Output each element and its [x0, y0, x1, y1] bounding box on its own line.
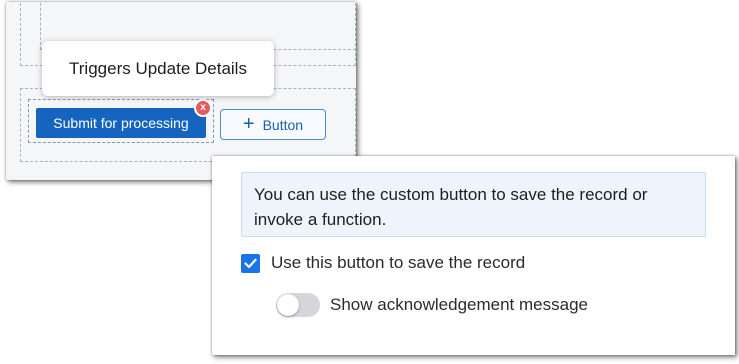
acknowledgement-option[interactable]: Show acknowledgement message	[276, 292, 588, 318]
info-message: You can use the custom button to save th…	[241, 172, 706, 237]
add-button[interactable]: + Button	[220, 109, 326, 140]
add-button-label: Button	[262, 116, 304, 133]
acknowledgement-toggle[interactable]	[276, 293, 320, 317]
save-record-option[interactable]: Use this button to save the record	[241, 252, 525, 274]
plus-icon: +	[242, 112, 255, 135]
submit-for-processing-button[interactable]: Submit for processing	[36, 108, 206, 138]
form-builder-panel: Submit for processing x + Button Trigger…	[6, 2, 356, 180]
save-record-checkbox[interactable]	[241, 253, 260, 273]
button-settings-panel: You can use the custom button to save th…	[212, 156, 735, 355]
tooltip-text: Triggers Update Details	[69, 58, 247, 78]
toggle-knob	[277, 294, 299, 316]
tooltip: Triggers Update Details	[42, 41, 274, 96]
remove-button-close-icon[interactable]: x	[194, 99, 212, 117]
remove-badge-label: x	[200, 102, 206, 113]
save-record-label: Use this button to save the record	[271, 253, 526, 272]
info-message-text: You can use the custom button to save th…	[254, 185, 648, 229]
acknowledgement-label: Show acknowledgement message	[330, 295, 588, 314]
submit-button-label: Submit for processing	[53, 115, 189, 131]
checkmark-icon	[244, 258, 257, 268]
